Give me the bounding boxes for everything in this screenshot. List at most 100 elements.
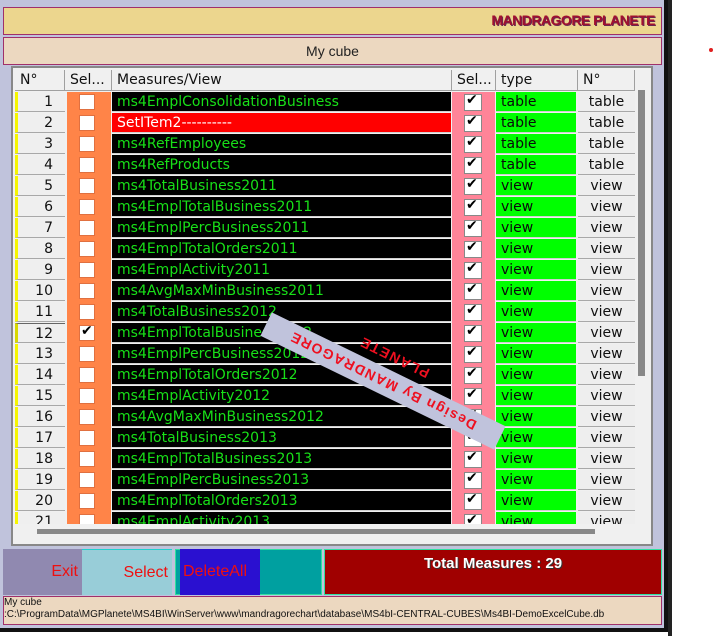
measure-kind[interactable]: view xyxy=(578,365,635,385)
table-row[interactable]: 9 ms4EmplActivity2011 ✔ view view xyxy=(15,260,635,281)
row-number[interactable]: 16 xyxy=(15,407,65,427)
measure-name[interactable]: ms4EmplActivity2011 xyxy=(112,260,451,280)
measure-kind[interactable]: view xyxy=(578,218,635,238)
measure-name[interactable]: ms4EmplTotalBusiness2013 xyxy=(112,449,451,469)
measure-name[interactable]: ms4EmplPercBusiness2013 xyxy=(112,470,451,490)
row-number[interactable]: 1 xyxy=(15,92,65,112)
measure-kind[interactable]: view xyxy=(578,386,635,406)
row-select-checkbox[interactable] xyxy=(79,409,95,425)
table-row[interactable]: 14 ms4EmplTotalOrders2012 ✔ view view xyxy=(15,365,635,386)
row-select-checkbox[interactable] xyxy=(79,493,95,509)
measure-select-checkbox[interactable]: ✔ xyxy=(464,386,482,405)
measure-kind[interactable]: view xyxy=(578,491,635,511)
measure-name[interactable]: ms4AvgMaxMinBusiness2011 xyxy=(112,281,451,301)
measure-kind[interactable]: view xyxy=(578,470,635,490)
row-select-checkbox[interactable] xyxy=(79,178,95,194)
row-number[interactable]: 7 xyxy=(15,218,65,238)
measure-name[interactable]: ms4EmplTotalOrders2011 xyxy=(112,239,451,259)
measure-select-checkbox[interactable]: ✔ xyxy=(464,491,482,510)
measure-kind[interactable]: view xyxy=(578,449,635,469)
row-number[interactable]: 8 xyxy=(15,239,65,259)
column-header-type[interactable]: type xyxy=(496,70,578,91)
measure-select-checkbox[interactable]: ✔ xyxy=(464,176,482,195)
row-number[interactable]: 20 xyxy=(15,491,65,511)
table-row[interactable]: 15 ms4EmplActivity2012 ✔ view view xyxy=(15,386,635,407)
row-number[interactable]: 2 xyxy=(15,113,65,133)
measure-select-checkbox[interactable]: ✔ xyxy=(464,344,482,363)
table-row[interactable]: 3 ms4RefEmployees ✔ table table xyxy=(15,134,635,155)
row-select-checkbox[interactable] xyxy=(79,157,95,173)
row-number[interactable]: 15 xyxy=(15,386,65,406)
row-select-checkbox[interactable] xyxy=(79,388,95,404)
table-row[interactable]: 2 SetITem2---------- ✔ table table xyxy=(15,113,635,134)
measure-select-checkbox[interactable]: ✔ xyxy=(464,302,482,321)
table-row[interactable]: 17ms4TotalBusiness2013✔viewview xyxy=(15,428,635,449)
measure-name[interactable]: ms4EmplTotalBusiness2011 xyxy=(112,197,451,217)
measure-select-checkbox[interactable]: ✔ xyxy=(464,239,482,258)
row-select-checkbox[interactable] xyxy=(79,283,95,299)
select-button[interactable]: Select xyxy=(82,549,172,595)
measure-name[interactable]: ms4EmplActivity2013 xyxy=(112,512,451,524)
row-select-checkbox[interactable] xyxy=(79,451,95,467)
horizontal-scrollbar-thumb[interactable] xyxy=(37,529,595,534)
measure-select-checkbox[interactable]: ✔ xyxy=(464,281,482,300)
measure-select-checkbox[interactable]: ✔ xyxy=(464,134,482,153)
measure-select-checkbox[interactable]: ✔ xyxy=(464,323,482,342)
row-select-checkbox[interactable] xyxy=(79,94,95,110)
measure-kind[interactable]: view xyxy=(578,344,635,364)
row-number[interactable]: 12 xyxy=(15,323,65,343)
table-row[interactable]: 8 ms4EmplTotalOrders2011 ✔ view view xyxy=(15,239,635,260)
row-number[interactable]: 19 xyxy=(15,470,65,490)
measure-name[interactable]: ms4TotalBusiness2013 xyxy=(112,428,451,448)
column-header-measures[interactable]: Measures/View xyxy=(112,70,452,91)
measure-kind[interactable]: view xyxy=(578,197,635,217)
row-number[interactable]: 18 xyxy=(15,449,65,469)
row-select-checkbox[interactable]: ✔ xyxy=(79,323,95,341)
row-number[interactable]: 21 xyxy=(15,512,65,524)
row-number[interactable]: 14 xyxy=(15,365,65,385)
vertical-scrollbar-thumb[interactable] xyxy=(638,90,645,376)
table-row[interactable]: 16ms4AvgMaxMinBusiness2012✔viewview xyxy=(15,407,635,428)
table-row[interactable]: 6 ms4EmplTotalBusiness2011 ✔ view view xyxy=(15,197,635,218)
measure-select-checkbox[interactable]: ✔ xyxy=(464,113,482,132)
measure-select-checkbox[interactable]: ✔ xyxy=(464,260,482,279)
measure-kind[interactable]: view xyxy=(578,281,635,301)
table-row[interactable]: 5 ms4TotalBusiness2011 ✔ view view xyxy=(15,176,635,197)
measure-name[interactable]: ms4RefProducts xyxy=(112,155,451,175)
row-select-checkbox[interactable] xyxy=(79,367,95,383)
row-select-checkbox[interactable] xyxy=(79,115,95,131)
row-select-checkbox[interactable] xyxy=(79,304,95,320)
column-header-number[interactable]: N° xyxy=(15,70,65,91)
table-row[interactable]: 10 ms4AvgMaxMinBusiness2011 ✔ view view xyxy=(15,281,635,302)
measure-name[interactable]: ms4EmplConsolidationBusiness xyxy=(112,92,451,112)
measure-kind[interactable]: table xyxy=(578,92,635,112)
exit-button[interactable]: Exit xyxy=(3,549,82,595)
table-row[interactable]: 11 ms4TotalBusiness2012 ✔ view view xyxy=(15,302,635,323)
measure-select-checkbox[interactable]: ✔ xyxy=(464,92,482,111)
row-select-checkbox[interactable] xyxy=(79,430,95,446)
measure-kind[interactable]: view xyxy=(578,176,635,196)
measure-kind[interactable]: view xyxy=(578,239,635,259)
row-select-checkbox[interactable] xyxy=(79,262,95,278)
measure-name[interactable]: ms4AvgMaxMinBusiness2012 xyxy=(112,407,451,427)
delete-all-button[interactable]: DeleteAll xyxy=(180,549,260,595)
row-number[interactable]: 9 xyxy=(15,260,65,280)
row-number[interactable]: 4 xyxy=(15,155,65,175)
measure-select-checkbox[interactable]: ✔ xyxy=(464,449,482,468)
measure-kind[interactable]: view xyxy=(578,323,635,343)
measure-kind[interactable]: view xyxy=(578,260,635,280)
measure-select-checkbox[interactable]: ✔ xyxy=(464,470,482,489)
row-number[interactable]: 10 xyxy=(15,281,65,301)
row-number[interactable]: 11 xyxy=(15,302,65,322)
table-row[interactable]: 7 ms4EmplPercBusiness2011 ✔ view view xyxy=(15,218,635,239)
measure-kind[interactable]: table xyxy=(578,155,635,175)
column-header-select[interactable]: Sel... xyxy=(65,70,112,91)
row-number[interactable]: 13 xyxy=(15,344,65,364)
table-row[interactable]: 18 ms4EmplTotalBusiness2013 ✔ view view xyxy=(15,449,635,470)
table-row[interactable]: 20 ms4EmplTotalOrders2013 ✔ view view xyxy=(15,491,635,512)
row-select-checkbox[interactable] xyxy=(79,346,95,362)
table-row[interactable]: 19 ms4EmplPercBusiness2013 ✔ view view xyxy=(15,470,635,491)
row-select-checkbox[interactable] xyxy=(79,220,95,236)
measure-select-checkbox[interactable]: ✔ xyxy=(464,197,482,216)
table-row[interactable]: 4 ms4RefProducts ✔ table table xyxy=(15,155,635,176)
